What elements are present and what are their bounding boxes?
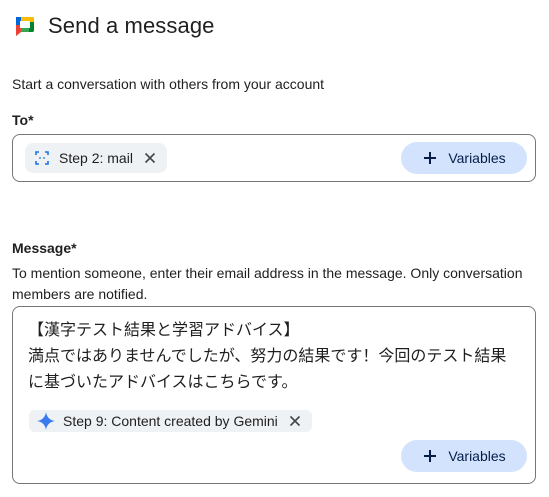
variables-button-label: Variables xyxy=(448,150,506,166)
to-variables-button[interactable]: Variables xyxy=(401,142,527,174)
message-text[interactable]: 【漢字テスト結果と学習アドバイス】 満点ではありませんでしたが、努力の結果です！… xyxy=(28,317,528,395)
message-field-label: Message* xyxy=(12,240,77,256)
google-chat-logo-icon xyxy=(12,14,36,38)
header: Send a message xyxy=(12,10,215,42)
message-line: 【漢字テスト結果と学習アドバイス】 xyxy=(28,320,300,339)
message-line: 満点ではありませんでしたが、努力の結果です！今回のテスト結果 xyxy=(28,346,507,365)
plus-icon xyxy=(422,150,438,166)
to-chip-label: Step 2: mail xyxy=(59,150,133,166)
to-field-label: To* xyxy=(12,112,34,128)
remove-chip-close-icon[interactable] xyxy=(143,151,157,165)
to-field[interactable]: Step 2: mail Variables xyxy=(12,134,536,182)
message-line: に基づいたアドバイスはこちらです。 xyxy=(28,372,298,391)
gemini-variable-chip[interactable]: Step 9: Content created by Gemini xyxy=(29,410,312,432)
message-variables-button[interactable]: Variables xyxy=(401,440,527,472)
page-title: Send a message xyxy=(48,13,215,38)
remove-chip-close-icon[interactable] xyxy=(288,414,302,428)
plus-icon xyxy=(422,448,438,464)
to-variable-chip[interactable]: Step 2: mail xyxy=(25,143,167,173)
message-helper-text: To mention someone, enter their email ad… xyxy=(12,265,523,302)
variables-button-label: Variables xyxy=(448,448,506,464)
gemini-sparkle-icon xyxy=(37,412,55,430)
variable-brackets-icon xyxy=(33,149,51,167)
message-field[interactable]: 【漢字テスト結果と学習アドバイス】 満点ではありませんでしたが、努力の結果です！… xyxy=(12,306,536,484)
page-subtitle: Start a conversation with others from yo… xyxy=(12,76,325,92)
gemini-chip-label: Step 9: Content created by Gemini xyxy=(63,413,278,429)
